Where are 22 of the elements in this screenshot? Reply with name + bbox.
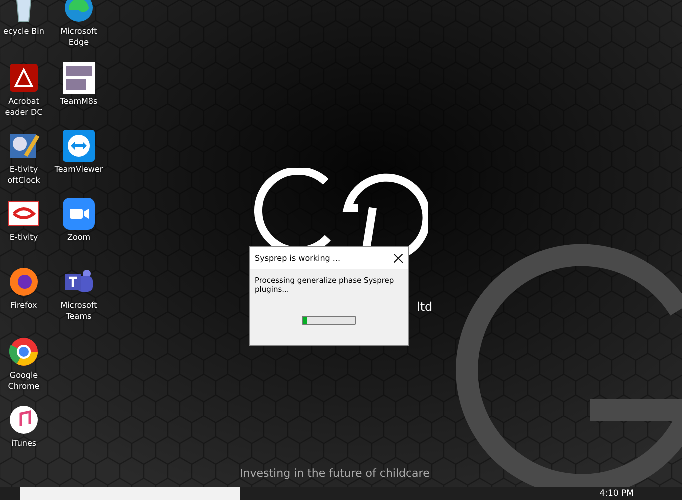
- desktop-shortcut[interactable]: E-tivity: [0, 198, 50, 243]
- desktop-shortcut[interactable]: Microsoft Edge: [50, 0, 108, 48]
- company-suffix: ltd: [417, 300, 433, 314]
- desktop-shortcut[interactable]: TeamViewer: [50, 130, 108, 175]
- desktop-shortcut[interactable]: Acrobat eader DC: [0, 62, 50, 118]
- fox-globe-icon: [8, 266, 40, 298]
- tagline: Investing in the future of childcare: [240, 467, 430, 480]
- dialog-title: Sysprep is working ...: [255, 254, 341, 262]
- desktop-shortcut[interactable]: Microsoft Teams: [50, 266, 108, 322]
- browser-ring-icon: [8, 336, 40, 368]
- close-icon[interactable]: [394, 254, 403, 262]
- search-field[interactable]: [20, 487, 240, 500]
- desktop-shortcut[interactable]: Firefox: [0, 266, 50, 311]
- desktop-shortcut[interactable]: iTunes: [0, 404, 50, 449]
- desktop-shortcut[interactable]: Zoom: [50, 198, 108, 243]
- desktop-shortcut[interactable]: Google Chrome: [0, 336, 50, 392]
- clock-time[interactable]: 4:10 PM: [600, 488, 634, 498]
- video-camera-icon: [63, 198, 95, 230]
- pdf-icon: [8, 62, 40, 94]
- desktop-shortcut[interactable]: ecycle Bin: [0, 0, 50, 37]
- desktop-shortcut[interactable]: E-tivity oftClock: [0, 130, 50, 186]
- desktop-shortcut[interactable]: TeamM8s: [50, 62, 108, 107]
